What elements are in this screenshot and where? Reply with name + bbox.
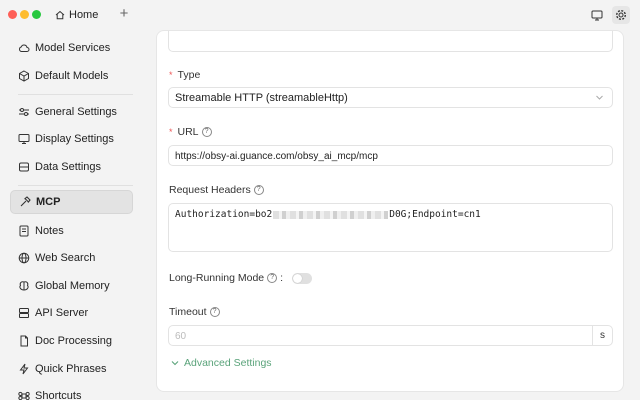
- sidebar-item-model-services[interactable]: Model Services: [10, 36, 133, 60]
- note-icon: [19, 225, 29, 237]
- sidebar-item-label: General Settings: [35, 106, 117, 118]
- timeout-placeholder: 60: [175, 331, 187, 342]
- request-headers-label: Request Headers ?: [169, 184, 264, 196]
- sidebar-item-label: Doc Processing: [35, 335, 113, 347]
- sidebar-item-label: MCP: [36, 196, 61, 208]
- zap-icon: [19, 363, 29, 375]
- sidebar-item-label: API Server: [35, 307, 89, 319]
- command-icon: [18, 391, 30, 400]
- cube-icon: [19, 70, 29, 82]
- brain-icon: [19, 281, 29, 291]
- redacted-token-blur: [273, 210, 389, 219]
- server-icon: [19, 308, 29, 318]
- headers-text-start: Authorization=bo2: [175, 209, 273, 220]
- close-window-button[interactable]: [8, 10, 17, 19]
- headers-text-end: D0G;Endpoint=cn1: [389, 209, 481, 220]
- monitor-icon[interactable]: [588, 6, 606, 24]
- sidebar-item-label: Notes: [35, 225, 64, 237]
- help-icon[interactable]: ?: [267, 273, 278, 283]
- timeout-label: Timeout ?: [169, 306, 220, 318]
- chevron-down-icon: [596, 95, 603, 100]
- url-label: * URL ?: [169, 126, 212, 138]
- document-icon: [20, 335, 28, 347]
- long-running-mode-toggle[interactable]: [292, 272, 313, 284]
- sidebar-item-shortcuts[interactable]: Shortcuts: [10, 384, 133, 400]
- timeout-input[interactable]: 60 s: [168, 325, 613, 346]
- home-icon: [55, 10, 65, 20]
- sidebar-item-default-models[interactable]: Default Models: [10, 64, 133, 88]
- sidebar-item-global-memory[interactable]: Global Memory: [10, 274, 133, 298]
- maximize-window-button[interactable]: [32, 10, 41, 19]
- chevron-down-icon: [171, 361, 179, 366]
- sidebar-item-web-search[interactable]: Web Search: [10, 246, 133, 270]
- type-select-value: Streamable HTTP (streamableHttp): [175, 92, 348, 104]
- hammer-icon: [20, 196, 31, 207]
- sidebar-item-label: Quick Phrases: [35, 363, 107, 375]
- new-tab-button[interactable]: +: [117, 6, 131, 22]
- sidebar-divider: [18, 185, 133, 186]
- help-icon[interactable]: ?: [253, 185, 264, 195]
- sidebar-item-general-settings[interactable]: General Settings: [10, 100, 133, 124]
- sidebar-item-mcp[interactable]: MCP: [10, 190, 133, 214]
- url-input-value: https://obsy-ai.guance.com/obsy_ai_mcp/m…: [175, 151, 378, 162]
- tab-home-label: Home: [69, 9, 99, 21]
- minimize-window-button[interactable]: [20, 10, 29, 19]
- tab-home[interactable]: Home: [55, 7, 98, 23]
- url-input[interactable]: https://obsy-ai.guance.com/obsy_ai_mcp/m…: [168, 145, 613, 166]
- type-label: * Type: [169, 69, 201, 81]
- globe-icon: [18, 252, 30, 264]
- sidebar-item-label: Default Models: [35, 70, 109, 82]
- request-headers-textarea[interactable]: Authorization=bo2 D0G;Endpoint=cn1: [168, 203, 613, 252]
- previous-field-input[interactable]: [168, 31, 613, 52]
- sidebar-item-label: Data Settings: [35, 161, 102, 173]
- sidebar-item-label: Shortcuts: [35, 390, 82, 400]
- sidebar-item-api-server[interactable]: API Server: [10, 301, 133, 325]
- sidebar-item-notes[interactable]: Notes: [10, 219, 133, 243]
- title-bar: Home +: [0, 0, 640, 30]
- sliders-icon: [19, 108, 29, 116]
- advanced-settings-toggle[interactable]: Advanced Settings: [171, 357, 272, 369]
- sidebar-item-display-settings[interactable]: Display Settings: [10, 127, 133, 151]
- type-select[interactable]: Streamable HTTP (streamableHttp): [168, 87, 613, 108]
- monitor-icon: [18, 134, 30, 144]
- sidebar-item-label: Display Settings: [35, 133, 114, 145]
- sidebar-item-label: Model Services: [35, 42, 111, 54]
- sidebar-item-label: Global Memory: [35, 280, 110, 292]
- long-running-mode-label: Long-Running Mode ? :: [169, 272, 313, 284]
- database-icon: [19, 162, 29, 172]
- settings-sidebar: Model Services Default Models General Se…: [0, 30, 145, 400]
- mcp-server-form: * Type Streamable HTTP (streamableHttp) *…: [156, 30, 624, 392]
- settings-gear-icon[interactable]: [612, 6, 630, 24]
- timeout-unit: s: [592, 326, 612, 345]
- sidebar-item-data-settings[interactable]: Data Settings: [10, 155, 133, 179]
- cloud-icon: [19, 44, 30, 52]
- help-icon[interactable]: ?: [209, 307, 220, 317]
- sidebar-divider: [18, 94, 133, 95]
- help-icon[interactable]: ?: [201, 127, 212, 137]
- sidebar-item-quick-phrases[interactable]: Quick Phrases: [10, 357, 133, 381]
- sidebar-item-label: Web Search: [35, 252, 96, 264]
- advanced-settings-label: Advanced Settings: [184, 357, 272, 369]
- sidebar-item-doc-processing[interactable]: Doc Processing: [10, 329, 133, 353]
